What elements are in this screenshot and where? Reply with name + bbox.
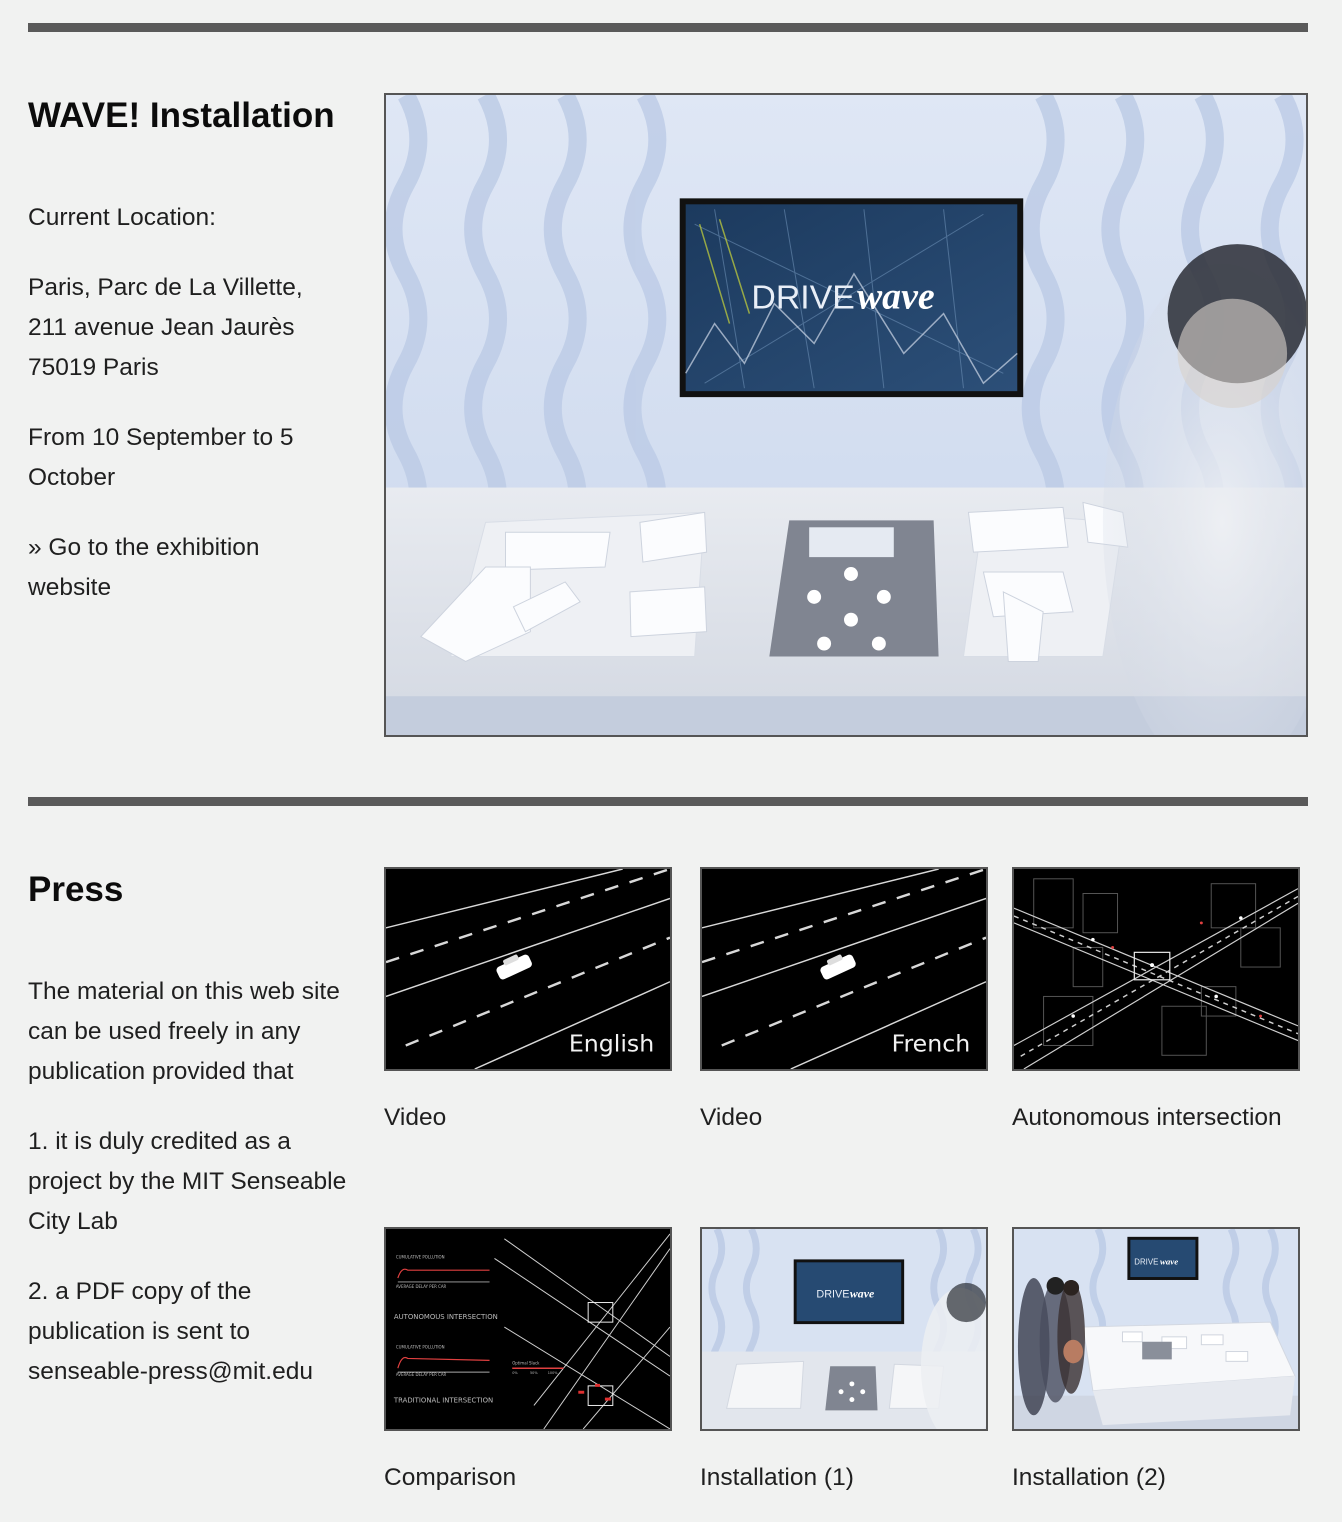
press-info: The material on this web site can be use…: [28, 972, 358, 1422]
thumb-overlay-french: French: [892, 1029, 971, 1057]
installation-info: Current Location: Paris, Parc de La Vill…: [28, 198, 348, 638]
installation-title: WAVE! Installation: [28, 96, 335, 135]
thumb-brand-right-1: wave: [850, 1287, 874, 1301]
press-caption-5: Installation (1): [700, 1464, 854, 1491]
address-line-1: Paris, Parc de La Villette,: [28, 274, 303, 301]
address: Paris, Parc de La Villette, 211 avenue J…: [28, 268, 348, 388]
comparison-label-pollution-1: CUMULATIVE POLLUTION: [396, 1254, 445, 1259]
address-line-2: 211 avenue Jean Jaurès: [28, 314, 295, 341]
press-thumb-video-french[interactable]: French: [700, 867, 988, 1071]
screen-brand-right: wave: [857, 276, 935, 318]
installation-render: DRIVE wave: [386, 95, 1306, 735]
press-thumb-installation-2[interactable]: DRIVE wave: [1012, 1227, 1300, 1431]
press-caption-1: Video: [384, 1104, 447, 1131]
thumb-brand-left-1: DRIVE: [816, 1289, 849, 1301]
press-condition-1: 1. it is duly credited as a project by t…: [28, 1128, 347, 1235]
thumb-brand-left-2: DRIVE: [1134, 1257, 1158, 1266]
section-divider-press: [28, 797, 1308, 806]
press-intro: The material on this web site can be use…: [28, 978, 340, 1085]
comparison-label-0: 0%: [512, 1371, 518, 1375]
press-thumb-video-english[interactable]: English: [384, 867, 672, 1071]
screen-brand-left: DRIVE: [751, 279, 854, 317]
location-label: Current Location:: [28, 204, 216, 231]
comparison-label-50: 50%: [530, 1371, 538, 1375]
comparison-label-autonomous: AUTONOMOUS INTERSECTION: [394, 1313, 498, 1321]
thumb-brand-right-2: wave: [1160, 1256, 1178, 1266]
comparison-label-slack: Optimal Slack: [512, 1360, 540, 1365]
comparison-label-traditional: TRADITIONAL INTERSECTION: [393, 1397, 493, 1405]
comparison-label-pollution-2: CUMULATIVE POLLUTION: [396, 1345, 445, 1350]
section-divider-top: [28, 23, 1308, 32]
exhibition-dates: From 10 September to 5 October: [28, 424, 294, 491]
installation-main-image[interactable]: DRIVE wave: [384, 93, 1308, 737]
press-thumb-autonomous-intersection[interactable]: [1012, 867, 1300, 1071]
comparison-label-delay-1: AVERAGE DELAY PER CAR: [396, 1284, 447, 1289]
press-condition-2: 2. a PDF copy of the publication is sent…: [28, 1278, 313, 1385]
thumb-overlay-english: English: [569, 1029, 654, 1057]
press-caption-3: Autonomous intersection: [1012, 1104, 1282, 1131]
press-thumb-installation-1[interactable]: DRIVE wave: [700, 1227, 988, 1431]
press-caption-6: Installation (2): [1012, 1464, 1166, 1491]
comparison-label-100: 100%: [548, 1371, 559, 1375]
exhibition-website-link[interactable]: » Go to the exhibition website: [28, 534, 260, 601]
press-thumb-comparison[interactable]: CUMULATIVE POLLUTION AVERAGE DELAY PER C…: [384, 1227, 672, 1431]
press-title: Press: [28, 870, 124, 909]
press-caption-2: Video: [700, 1104, 763, 1131]
press-caption-4: Comparison: [384, 1464, 517, 1491]
comparison-label-delay-2: AVERAGE DELAY PER CAR: [396, 1372, 447, 1377]
address-line-3: 75019 Paris: [28, 354, 159, 381]
